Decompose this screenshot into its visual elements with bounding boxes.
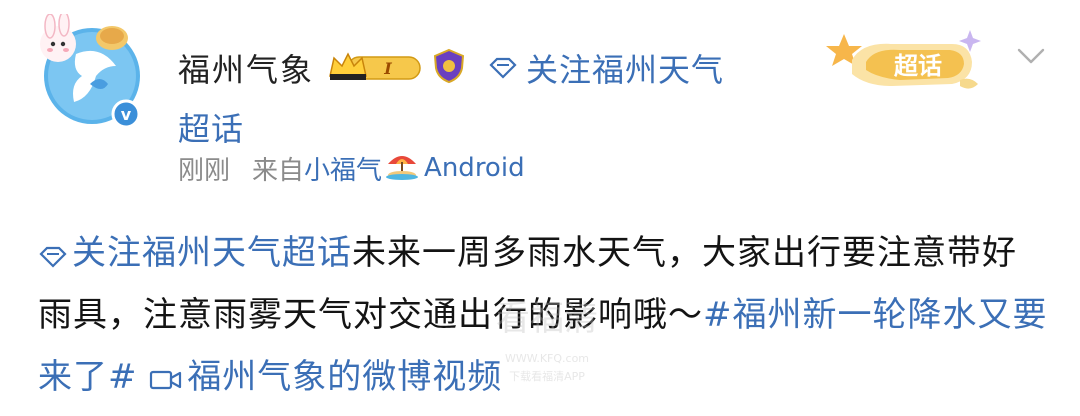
shield-icon[interactable] bbox=[432, 48, 466, 88]
follow-topic-chip[interactable]: 关注福州天气 bbox=[488, 45, 724, 91]
supertopic-badge-label: 超话 bbox=[894, 52, 942, 80]
avatar[interactable]: v bbox=[30, 11, 142, 129]
member-level-badge[interactable]: I bbox=[328, 50, 424, 86]
platform-name[interactable]: Android bbox=[424, 153, 525, 183]
diamond-topic-icon bbox=[39, 246, 67, 268]
supertopic-badge[interactable]: 超话 bbox=[822, 22, 990, 102]
svg-text:v: v bbox=[121, 105, 132, 124]
post-meta: 刚刚 来自 小福气 Android bbox=[178, 150, 525, 186]
source-prefix: 来自 bbox=[252, 155, 305, 186]
watermark: 看福清 WWW.KFQ.com 下载看福清APP bbox=[472, 296, 622, 396]
video-link-text[interactable]: 福州气象的微博视频 bbox=[187, 357, 502, 397]
diamond-topic-icon bbox=[489, 57, 517, 79]
badge-level-text: I bbox=[383, 59, 392, 78]
beach-umbrella-icon bbox=[384, 150, 420, 187]
topic-chip-suffix[interactable]: 超话 bbox=[178, 104, 244, 150]
post-time: 刚刚 bbox=[178, 155, 231, 186]
topic-link[interactable]: 关注福州天气超话 bbox=[38, 233, 352, 273]
chevron-down-icon[interactable] bbox=[1016, 46, 1046, 70]
watermark-line2: 下载看福清APP bbox=[509, 369, 585, 383]
topic-link-text[interactable]: 关注福州天气超话 bbox=[72, 233, 352, 273]
author-name[interactable]: 福州气象 bbox=[178, 45, 314, 91]
topic-chip-label[interactable]: 关注福州天气 bbox=[526, 45, 724, 91]
watermark-title: 看福清 bbox=[496, 299, 598, 339]
video-link[interactable]: 福州气象的微博视频 bbox=[149, 357, 502, 397]
source-name[interactable]: 小福气 bbox=[304, 150, 382, 187]
video-icon bbox=[150, 370, 182, 390]
watermark-line1: WWW.KFQ.com bbox=[505, 352, 589, 365]
